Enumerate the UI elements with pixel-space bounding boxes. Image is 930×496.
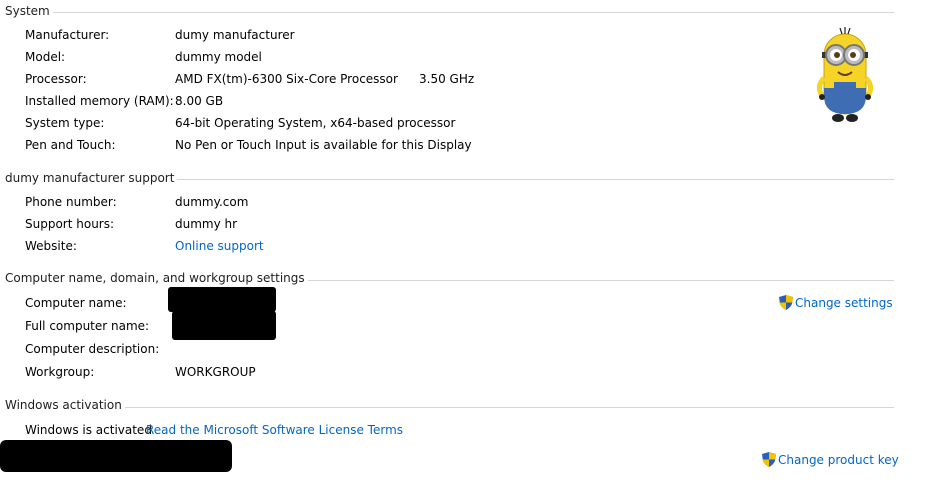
support-hours-value: dummy hr [175,217,238,231]
ram-label: Installed memory (RAM): [25,94,174,108]
processor-label: Processor: [25,72,87,86]
activation-status: Windows is activated [25,423,152,437]
computer-description-label: Computer description: [25,342,160,356]
phone-label: Phone number: [25,195,117,209]
uac-shield-icon [779,295,793,310]
support-section-title: dumy manufacturer support [5,171,178,185]
workgroup-label: Workgroup: [25,365,95,379]
manufacturer-value: dumy manufacturer [175,28,295,42]
change-settings-label: Change settings [795,296,893,310]
change-product-key-link[interactable]: Change product key [762,452,899,467]
minion-logo [816,27,874,122]
change-settings-link[interactable]: Change settings [779,295,893,310]
manufacturer-label: Manufacturer: [25,28,110,42]
online-support-link[interactable]: Online support [175,239,264,253]
computer-section-title: Computer name, domain, and workgroup set… [5,271,308,285]
pen-touch-value: No Pen or Touch Input is available for t… [175,138,472,152]
computer-separator [275,280,894,281]
full-computer-name-label: Full computer name: [25,319,150,333]
system-separator [50,12,894,13]
ram-value: 8.00 GB [175,94,224,108]
model-label: Model: [25,50,66,64]
computer-name-redaction [168,287,276,312]
activation-section-title: Windows activation [5,398,125,412]
processor-value: AMD FX(tm)-6300 Six-Core Processor [175,72,398,86]
phone-value: dummy.com [175,195,249,209]
processor-speed: 3.50 GHz [419,72,475,86]
system-type-value: 64-bit Operating System, x64-based proce… [175,116,456,130]
pen-touch-label: Pen and Touch: [25,138,116,152]
model-value: dummy model [175,50,262,64]
workgroup-value: WORKGROUP [175,365,256,379]
system-section-title: System [5,4,53,18]
support-separator [160,179,894,180]
website-label: Website: [25,239,77,253]
system-type-label: System type: [25,116,105,130]
support-hours-label: Support hours: [25,217,115,231]
product-id-redaction [0,440,232,472]
computer-name-label: Computer name: [25,296,127,310]
license-terms-link[interactable]: Read the Microsoft Software License Term… [146,423,403,437]
activation-separator [112,407,894,408]
uac-shield-icon [762,452,776,467]
change-product-key-label: Change product key [778,453,899,467]
full-computer-name-redaction [172,311,276,340]
